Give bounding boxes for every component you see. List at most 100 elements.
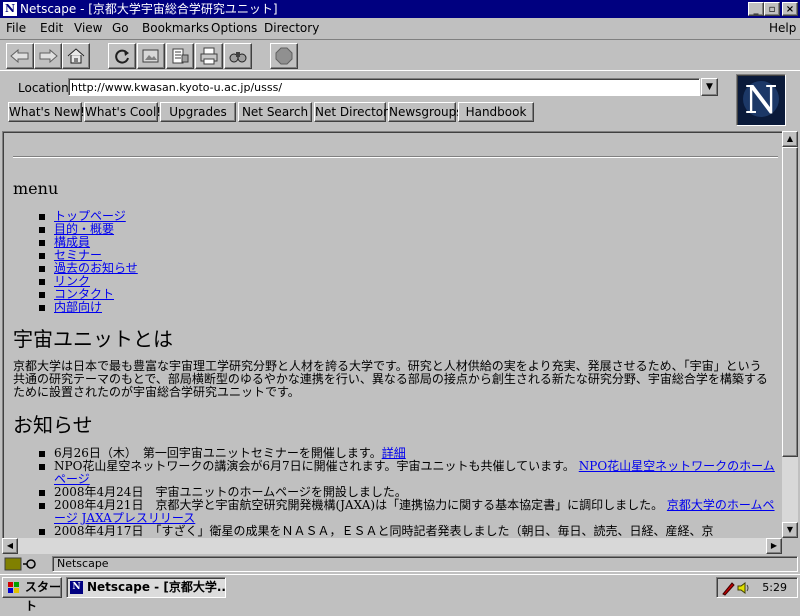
net-directory-button[interactable]: Net Directory (314, 102, 395, 122)
home-icon (67, 48, 85, 64)
scrollbar-corner (782, 538, 798, 554)
news-text: 2008年4月24日 宇宙ユニットのホームページを開設しました。 (54, 485, 407, 499)
security-key-icon (4, 557, 36, 571)
news-list: 6月26日（木） 第一回宇宙ユニットセミナーを開催します。詳細 NPO花山星空ネ… (39, 447, 777, 538)
vertical-scroll-thumb[interactable] (782, 147, 798, 457)
navigation-toolbar (0, 39, 800, 71)
start-button[interactable]: スタート (2, 577, 62, 613)
arrow-right-icon: ▶ (770, 541, 778, 550)
taskbar-netscape-button[interactable]: N Netscape - [京都大学... (66, 577, 226, 598)
scroll-down-button[interactable]: ▼ (782, 522, 798, 538)
stop-icon (275, 47, 293, 65)
maximize-button[interactable]: ▫ (764, 2, 780, 16)
start-label: スタート (25, 580, 62, 613)
menu-heading: menu (13, 179, 59, 198)
menu-link-past-news[interactable]: 過去のお知らせ (54, 261, 138, 275)
taskbar: スタート N Netscape - [京都大学... 5:29 (0, 574, 800, 613)
news-item: 2008年4月21日 京都大学と宇宙航空研究開発機構(JAXA)は「連携協力に関… (39, 499, 777, 525)
forward-icon (39, 49, 58, 63)
page-viewport[interactable]: menu トップページ 目的・概要 構成員 セミナー 過去のお知らせ リンク コ… (2, 131, 784, 540)
netscape-app-icon[interactable]: N (3, 2, 17, 16)
menu-bar: File Edit View Go Bookmarks Options Dire… (0, 18, 800, 38)
open-icon (172, 48, 189, 64)
scroll-left-button[interactable]: ◀ (2, 538, 18, 554)
stop-button[interactable] (270, 43, 298, 69)
about-text: 京都大学は日本で最も豊富な宇宙理工学研究分野と人材を誇る大学です。研究と人材供給… (13, 359, 768, 399)
back-icon (10, 49, 29, 63)
netscape-logo[interactable]: N (736, 74, 786, 126)
net-search-button[interactable]: Net Search (238, 102, 312, 122)
news-heading: お知らせ (13, 413, 93, 437)
menu-view[interactable]: View (74, 21, 102, 35)
find-button[interactable] (224, 43, 252, 69)
news-item: NPO花山星空ネットワークの講演会が6月7日に開催されます。宇宙ユニットも共催し… (39, 460, 777, 486)
home-button[interactable] (62, 43, 90, 69)
status-bar: Netscape (0, 555, 800, 573)
arrow-up-icon: ▲ (786, 134, 794, 143)
menu-link-seminar[interactable]: セミナー (54, 248, 102, 262)
open-button[interactable] (166, 43, 194, 69)
speaker-icon[interactable] (737, 581, 751, 595)
upgrades-button[interactable]: Upgrades (160, 102, 236, 122)
images-icon (142, 49, 159, 63)
close-button[interactable]: × (782, 2, 798, 16)
newsgroups-button[interactable]: Newsgroups (388, 102, 463, 122)
chevron-down-icon: ▼ (706, 82, 713, 92)
menu-edit[interactable]: Edit (40, 21, 63, 35)
menu-bookmarks[interactable]: Bookmarks (142, 21, 209, 35)
pen-icon[interactable] (721, 580, 735, 596)
back-button[interactable] (6, 43, 34, 69)
location-bar: Location: ▼ (0, 76, 730, 98)
news-link-jaxa-press[interactable]: JAXAプレスリリース (82, 511, 196, 525)
menu-link-members[interactable]: 構成員 (54, 235, 90, 249)
menu-directory[interactable]: Directory (264, 21, 319, 35)
forward-button[interactable] (34, 43, 62, 69)
windows-flag-icon (8, 582, 19, 593)
scroll-up-button[interactable]: ▲ (782, 131, 798, 147)
menu-list: トップページ 目的・概要 構成員 セミナー 過去のお知らせ リンク コンタクト … (39, 210, 138, 314)
location-input[interactable] (71, 80, 671, 94)
location-field[interactable] (68, 78, 700, 96)
menu-link-purpose[interactable]: 目的・概要 (54, 222, 114, 236)
horizontal-rule (13, 156, 778, 158)
netscape-task-icon: N (70, 581, 83, 594)
reload-button[interactable] (108, 43, 136, 69)
netscape-logo-letter: N (744, 78, 778, 122)
whats-cool-button[interactable]: What's Cool! (84, 102, 161, 122)
title-bar: N Netscape - [京都大学宇宙総合学研究ユニット] _ ▫ × (0, 0, 800, 18)
menu-link-links[interactable]: リンク (54, 274, 90, 288)
menu-help[interactable]: Help (769, 21, 796, 35)
whats-new-button[interactable]: What's New! (8, 102, 85, 122)
news-text: 2008年4月17日 「すざく」衛星の成果をＮＡＳＡ，ＥＳＡと同時記者発表しまし… (54, 524, 714, 538)
images-button[interactable] (137, 43, 165, 69)
vertical-scrollbar[interactable]: ▲ ▼ (782, 131, 798, 538)
location-label: Location: (18, 81, 73, 95)
about-heading: 宇宙ユニットとは (13, 327, 173, 351)
menu-file[interactable]: File (6, 21, 26, 35)
scroll-right-button[interactable]: ▶ (766, 538, 782, 554)
find-icon (229, 52, 247, 63)
print-icon (200, 47, 218, 65)
menu-go[interactable]: Go (112, 21, 129, 35)
print-button[interactable] (195, 43, 223, 69)
list-item: 内部向け (39, 301, 138, 314)
menu-link-internal[interactable]: 内部向け (54, 300, 102, 314)
news-text: NPO花山星空ネットワークの講演会が6月7日に開催されます。宇宙ユニットも共催し… (54, 459, 579, 473)
reload-icon (115, 49, 129, 64)
horizontal-scrollbar[interactable]: ◀ ▶ (2, 538, 782, 554)
system-tray: 5:29 (716, 577, 798, 598)
minimize-button[interactable]: _ (748, 2, 764, 16)
news-link-detail[interactable]: 詳細 (382, 446, 406, 460)
menu-link-top[interactable]: トップページ (54, 209, 126, 223)
menu-link-contact[interactable]: コンタクト (54, 287, 114, 301)
status-text: Netscape (52, 556, 798, 572)
arrow-down-icon: ▼ (786, 525, 794, 534)
news-item: 2008年4月17日 「すざく」衛星の成果をＮＡＳＡ，ＥＳＡと同時記者発表しまし… (39, 525, 777, 538)
arrow-left-icon: ◀ (6, 541, 14, 550)
clock[interactable]: 5:29 (762, 581, 787, 594)
news-text: 6月26日（木） 第一回宇宙ユニットセミナーを開催します。 (54, 446, 382, 460)
handbook-button[interactable]: Handbook (458, 102, 534, 122)
window-title: Netscape - [京都大学宇宙総合学研究ユニット] (20, 2, 278, 16)
menu-options[interactable]: Options (211, 21, 257, 35)
location-dropdown-button[interactable]: ▼ (701, 78, 718, 96)
